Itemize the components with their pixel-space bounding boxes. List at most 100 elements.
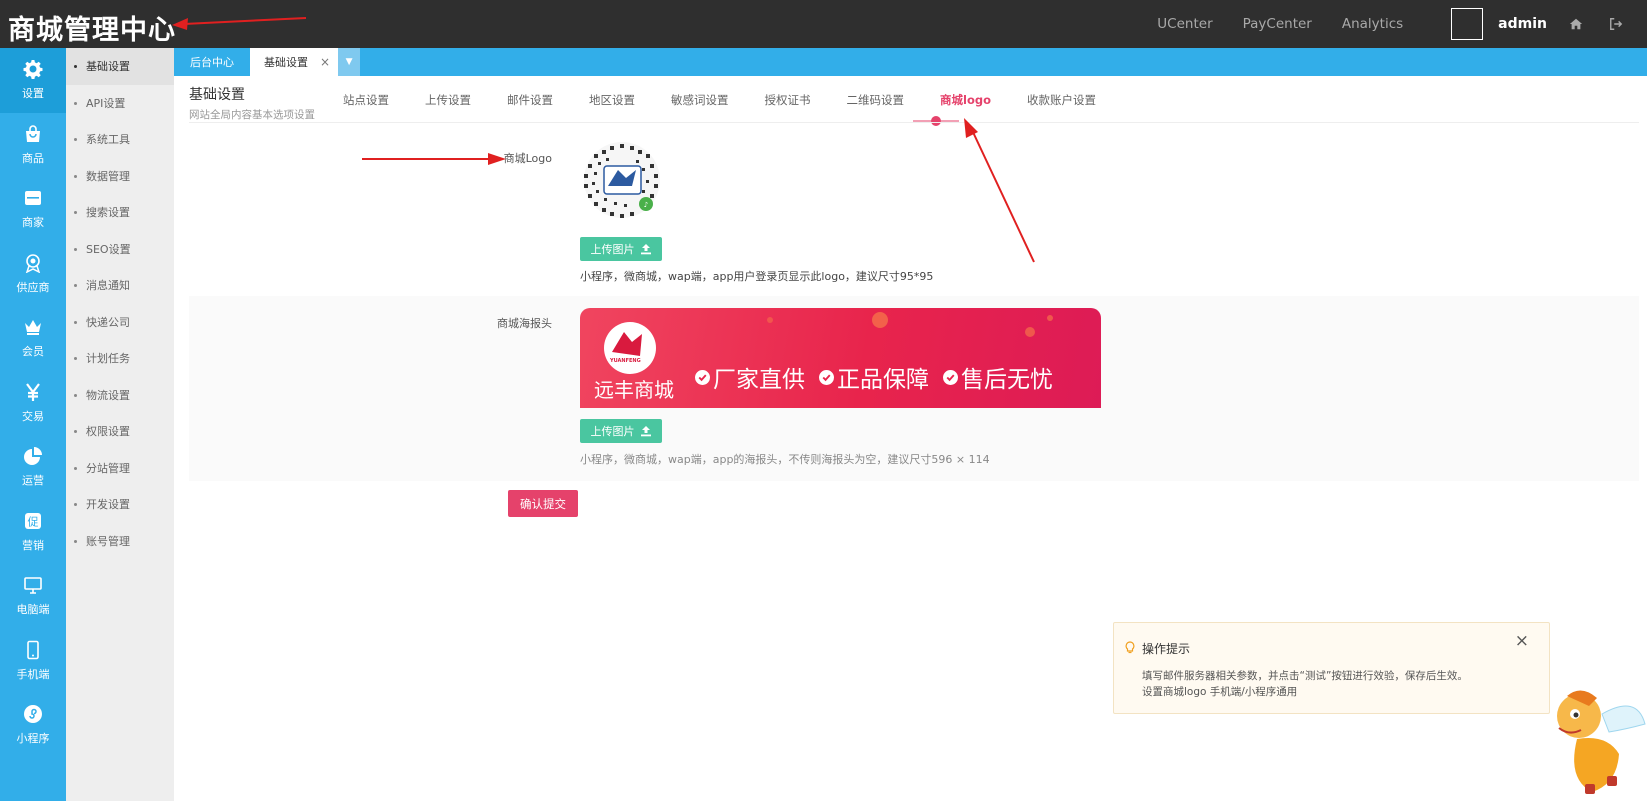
nav-item-mini-program[interactable]: 小程序 (0, 693, 66, 758)
nav-item-merchants[interactable]: 商家 (0, 177, 66, 242)
poster-brand: 远丰商城 (594, 378, 674, 402)
feature-label: 厂家直供 (713, 367, 805, 393)
upload-logo-button[interactable]: 上传图片 (580, 237, 662, 261)
secondary-nav: 基础设置 API设置 系统工具 数据管理 搜索设置 SEO设置 消息通知 快递公… (66, 48, 174, 801)
nav-label: 交易 (22, 409, 44, 423)
upload-button-label: 上传图片 (590, 243, 635, 256)
logout-icon[interactable] (1607, 15, 1625, 33)
operation-tips: 操作提示 × 填写邮件服务器相关参数，并点击“测试”按钮进行效验，保存后生效。 … (1113, 622, 1550, 714)
subtab-region[interactable]: 地区设置 (589, 92, 635, 108)
gear-icon (23, 60, 43, 80)
annotation-arrow (362, 153, 506, 165)
upload-icon (640, 244, 651, 255)
top-links: UCenter PayCenter Analytics admin (1157, 0, 1647, 48)
submit-button[interactable]: 确认提交 (508, 490, 578, 517)
tip-title: 操作提示 (1142, 642, 1191, 656)
subtab-payee[interactable]: 收款账户设置 (1027, 92, 1096, 108)
subnav-item-dev[interactable]: 开发设置 (66, 486, 174, 523)
nav-label: 手机端 (16, 667, 50, 681)
subnav-item-express[interactable]: 快递公司 (66, 304, 174, 341)
subtab-sensitive[interactable]: 敏感词设置 (671, 92, 729, 108)
medal-icon (25, 253, 41, 273)
poster-banner-image[interactable]: YUANFENG 远丰商城 厂家直供 正品保障 售后无忧 (580, 308, 1101, 408)
nav-item-operations[interactable]: 运营 (0, 435, 66, 500)
svg-text:促: 促 (28, 514, 39, 528)
tab-label: 基础设置 (264, 56, 308, 69)
subnav-item-logistics[interactable]: 物流设置 (66, 377, 174, 414)
nav-item-suppliers[interactable]: 供应商 (0, 242, 66, 307)
subnav-item-substation[interactable]: 分站管理 (66, 450, 174, 487)
poster-label: 商城海报头 (497, 317, 552, 330)
nav-label: 会员 (22, 345, 44, 359)
close-icon[interactable]: × (1515, 631, 1529, 651)
check-circle-icon (695, 369, 710, 385)
ucenter-link[interactable]: UCenter (1157, 16, 1212, 32)
upload-icon (640, 426, 651, 437)
poster-feature: 售后无忧 (943, 360, 1053, 394)
nav-label: 小程序 (16, 732, 50, 746)
admin-username[interactable]: admin (1498, 16, 1547, 32)
poster-feature: 正品保障 (819, 360, 929, 394)
header-divider (189, 122, 1639, 123)
subnav-item-notify[interactable]: 消息通知 (66, 267, 174, 304)
avatar[interactable] (1451, 8, 1484, 40)
logo-hint: 小程序，微商城，wap端，app用户登录页显示此logo，建议尺寸95*95 (580, 270, 934, 283)
subnav-item-api[interactable]: API设置 (66, 85, 174, 122)
feature-label: 正品保障 (837, 367, 929, 393)
analytics-link[interactable]: Analytics (1342, 16, 1403, 32)
app-title: 商城管理中心 (8, 15, 176, 46)
subtab-mail[interactable]: 邮件设置 (507, 92, 553, 108)
poster-features: 厂家直供 正品保障 售后无忧 (695, 360, 1067, 394)
home-icon[interactable] (1567, 15, 1585, 33)
subnav-item-basic[interactable]: 基础设置 (66, 48, 174, 85)
nav-label: 设置 (22, 87, 44, 101)
svg-text:♪: ♪ (644, 201, 648, 209)
nav-item-trade[interactable]: 交易 (0, 371, 66, 436)
nav-item-products[interactable]: 商品 (0, 113, 66, 178)
phone-icon (27, 640, 39, 660)
monitor-icon (24, 577, 42, 595)
primary-nav: 设置 商品 商家 供应商 会员 交易 运营 促 营销 电脑端 手机端 小程序 (0, 48, 66, 801)
nav-label: 营销 (22, 538, 44, 552)
poster-logo-text: YUANFENG (610, 358, 641, 364)
chevron-down-icon[interactable]: ▼ (338, 48, 361, 76)
annotation-arrow (964, 118, 1035, 263)
page-header: 基础设置 网站全局内容基本选项设置 (189, 84, 315, 122)
subtab-site[interactable]: 站点设置 (343, 92, 389, 108)
mall-logo-image[interactable]: ♪ (580, 140, 665, 220)
page-subtitle: 网站全局内容基本选项设置 (189, 109, 315, 121)
upload-button-label: 上传图片 (590, 425, 635, 438)
subtab-logo[interactable]: 商城logo (940, 92, 991, 108)
nav-item-pc[interactable]: 电脑端 (0, 564, 66, 629)
subnav-item-cron[interactable]: 计划任务 (66, 340, 174, 377)
annotation-arrow (172, 17, 307, 30)
subtab-license[interactable]: 授权证书 (765, 92, 811, 108)
nav-item-mobile[interactable]: 手机端 (0, 629, 66, 694)
subtab-upload[interactable]: 上传设置 (425, 92, 471, 108)
page-title: 基础设置 (189, 87, 245, 103)
tab-home[interactable]: 后台中心 (174, 48, 250, 76)
nav-label: 供应商 (16, 280, 50, 294)
tab-basic-settings[interactable]: 基础设置 × (250, 48, 339, 76)
tab-strip: 后台中心 基础设置 × ▼ (174, 48, 1647, 76)
paycenter-link[interactable]: PayCenter (1243, 16, 1312, 32)
nav-item-marketing[interactable]: 促 营销 (0, 500, 66, 565)
settings-subtabs: 站点设置 上传设置 邮件设置 地区设置 敏感词设置 授权证书 二维码设置 商城l… (343, 92, 1132, 108)
subnav-item-data[interactable]: 数据管理 (66, 158, 174, 195)
subnav-item-seo[interactable]: SEO设置 (66, 231, 174, 268)
nav-item-settings[interactable]: 设置 (0, 48, 66, 113)
subnav-item-search[interactable]: 搜索设置 (66, 194, 174, 231)
subnav-item-tools[interactable]: 系统工具 (66, 121, 174, 158)
feature-label: 售后无忧 (961, 367, 1053, 393)
nav-label: 商家 (22, 216, 44, 230)
yuan-icon (26, 383, 40, 401)
crown-icon (25, 320, 41, 336)
subtab-qrcode[interactable]: 二维码设置 (847, 92, 905, 108)
upload-poster-button[interactable]: 上传图片 (580, 419, 662, 443)
tab-close-icon[interactable]: × (320, 55, 330, 69)
tip-line: 填写邮件服务器相关参数，并点击“测试”按钮进行效验，保存后生效。 (1142, 670, 1468, 682)
subnav-item-permission[interactable]: 权限设置 (66, 413, 174, 450)
subnav-item-account[interactable]: 账号管理 (66, 523, 174, 560)
mini-program-icon (24, 705, 42, 724)
nav-item-members[interactable]: 会员 (0, 306, 66, 371)
